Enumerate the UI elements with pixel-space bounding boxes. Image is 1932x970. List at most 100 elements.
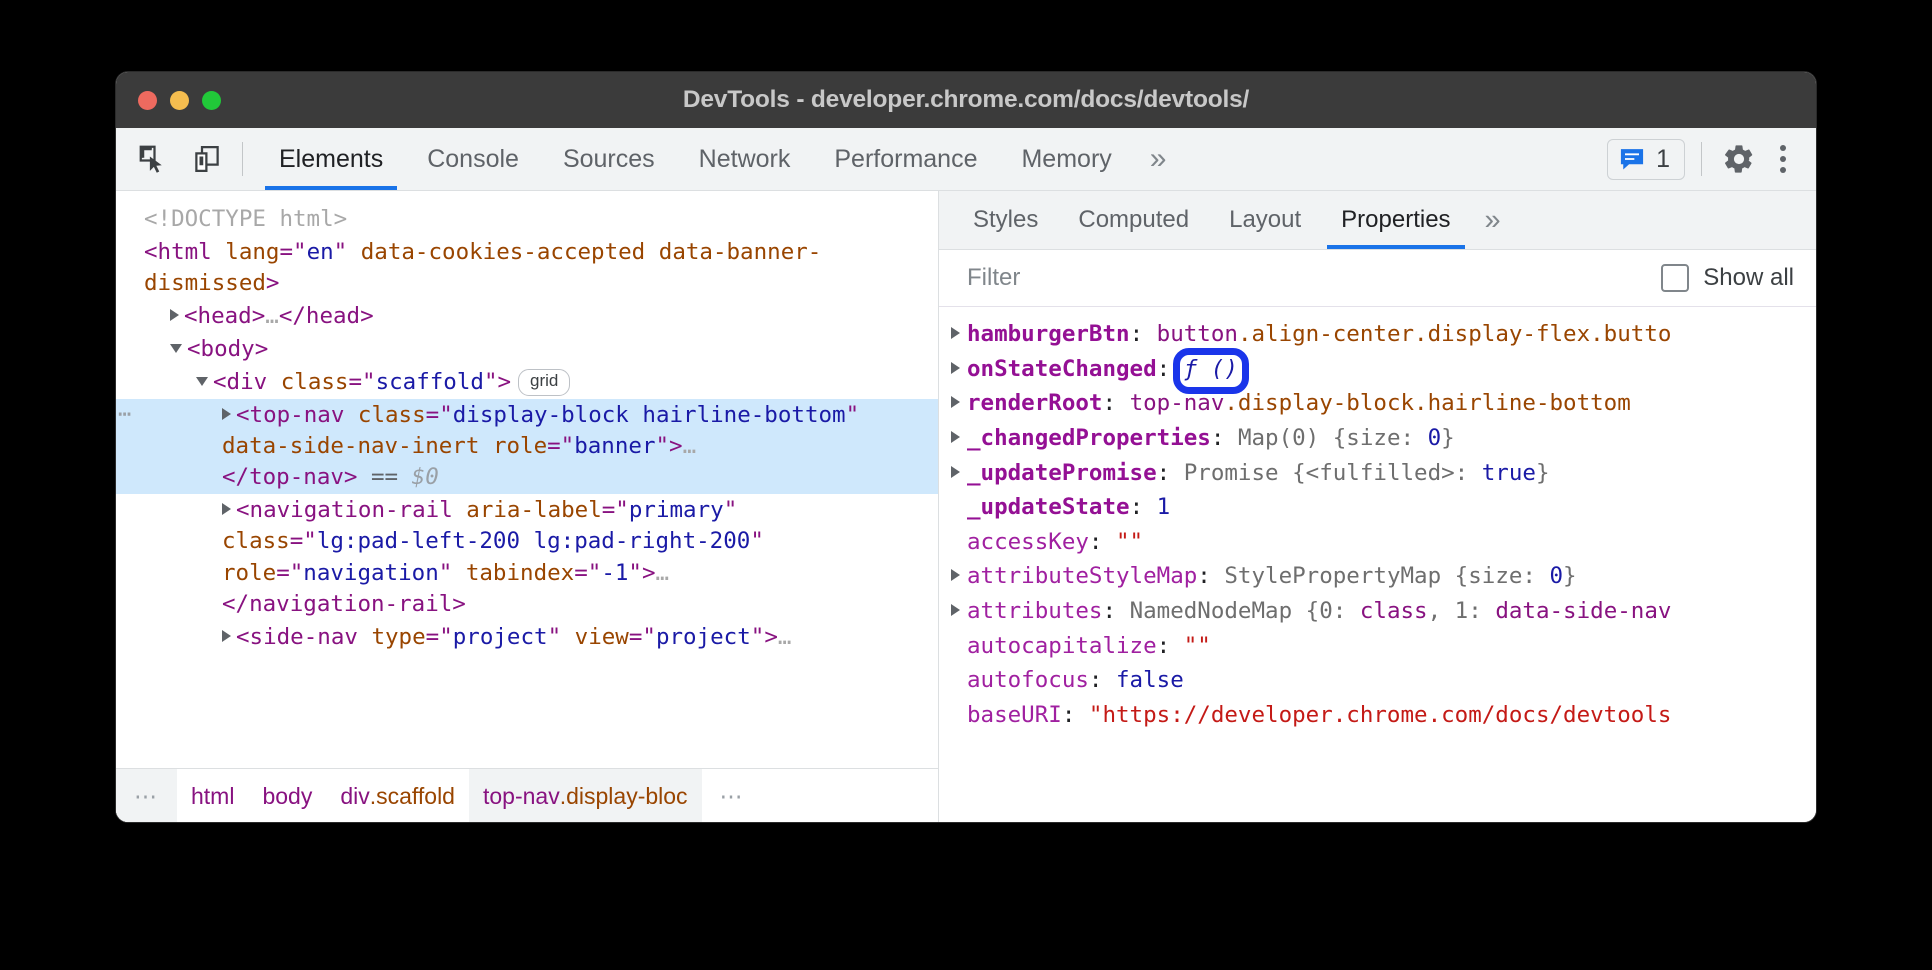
property-row[interactable]: _changedProperties: Map(0) {size: 0} xyxy=(939,421,1816,456)
property-row[interactable]: _updateState: 1 xyxy=(939,490,1816,525)
property-row[interactable]: attributeStyleMap: StylePropertyMap {siz… xyxy=(939,559,1816,594)
tab-styles[interactable]: Styles xyxy=(953,191,1058,249)
property-value-token: .align-center.display-flex.butto xyxy=(1238,321,1671,347)
inspect-element-icon[interactable] xyxy=(132,138,174,180)
property-value[interactable]: 1 xyxy=(1157,494,1171,520)
dom-tree-row[interactable]: <navigation-rail aria-label="primary" cl… xyxy=(116,494,938,620)
property-row[interactable]: autocapitalize: "" xyxy=(939,629,1816,664)
property-value[interactable]: top-nav.display-block.hairline-bottom xyxy=(1130,390,1631,416)
kebab-menu-icon[interactable] xyxy=(1766,137,1800,181)
expand-triangle-icon[interactable] xyxy=(170,309,179,321)
breadcrumb-item[interactable]: html xyxy=(177,769,248,822)
tab-memory[interactable]: Memory xyxy=(999,128,1133,190)
dom-tree-row[interactable]: <body> xyxy=(116,333,938,366)
dom-token: <div xyxy=(213,369,281,395)
expand-triangle-icon[interactable] xyxy=(222,503,231,515)
sidebar-tabs: Styles Computed Layout Properties » xyxy=(939,191,1816,250)
property-value-token: true xyxy=(1482,460,1536,486)
tab-styles-label: Styles xyxy=(973,206,1038,234)
property-row[interactable]: accessKey: "" xyxy=(939,525,1816,560)
filter-input[interactable] xyxy=(965,263,1466,293)
expand-triangle-icon[interactable] xyxy=(951,431,960,443)
gear-icon[interactable] xyxy=(1718,138,1760,180)
tab-computed[interactable]: Computed xyxy=(1058,191,1209,249)
expand-triangle-icon[interactable] xyxy=(951,604,960,616)
minimize-window-button[interactable] xyxy=(170,91,189,110)
collapse-triangle-icon[interactable] xyxy=(170,344,182,353)
property-value[interactable]: Promise {<fulfilled>: true} xyxy=(1184,460,1550,486)
breadcrumb-overflow-left[interactable]: ⋯ xyxy=(116,769,177,822)
expand-triangle-icon[interactable] xyxy=(951,396,960,408)
property-value[interactable]: "" xyxy=(1116,529,1143,555)
more-tabs-icon[interactable]: » xyxy=(1134,128,1183,190)
show-all-label: Show all xyxy=(1703,264,1794,292)
collapse-triangle-icon[interactable] xyxy=(196,377,208,386)
breadcrumb-item[interactable]: body xyxy=(248,769,326,822)
expand-triangle-icon[interactable] xyxy=(951,569,960,581)
tab-elements[interactable]: Elements xyxy=(257,128,405,190)
expand-triangle-icon[interactable] xyxy=(222,408,231,420)
dom-token: class xyxy=(222,528,290,554)
property-value-token: "" xyxy=(1184,633,1211,659)
dom-token: =" xyxy=(574,560,601,586)
expand-triangle-icon[interactable] xyxy=(951,362,960,374)
property-colon: : xyxy=(1157,356,1184,382)
dom-tree-row[interactable]: <html lang="en" data-cookies-accepted da… xyxy=(116,236,938,300)
tab-console[interactable]: Console xyxy=(405,128,541,190)
property-row[interactable]: baseURI: "https://developer.chrome.com/d… xyxy=(939,698,1816,733)
property-value[interactable]: StylePropertyMap {size: 0} xyxy=(1224,563,1576,589)
property-value[interactable]: Map(0) {size: 0} xyxy=(1238,425,1455,451)
property-value[interactable]: "https://developer.chrome.com/docs/devto… xyxy=(1089,702,1671,728)
property-value-token: 0 xyxy=(1550,563,1564,589)
dom-tree-row[interactable]: <head>…</head> xyxy=(116,300,938,333)
dom-tree[interactable]: <!DOCTYPE html><html lang="en" data-cook… xyxy=(116,191,938,768)
console-message-badge[interactable]: 1 xyxy=(1607,139,1685,180)
property-value-token: } xyxy=(1441,425,1455,451)
tab-layout[interactable]: Layout xyxy=(1209,191,1321,249)
tab-properties[interactable]: Properties xyxy=(1321,191,1470,249)
properties-list[interactable]: hamburgerBtn: button.align-center.displa… xyxy=(939,307,1816,822)
sidebar-more-tabs-icon[interactable]: » xyxy=(1471,191,1515,249)
dom-tree-row[interactable]: <!DOCTYPE html> xyxy=(116,203,938,236)
expand-triangle-icon[interactable] xyxy=(222,630,231,642)
property-value[interactable]: button.align-center.display-flex.butto xyxy=(1157,321,1672,347)
property-row[interactable]: renderRoot: top-nav.display-block.hairli… xyxy=(939,386,1816,421)
tab-performance[interactable]: Performance xyxy=(812,128,999,190)
dom-token: tabindex xyxy=(466,560,574,586)
breadcrumb-overflow-right[interactable]: ⋯ xyxy=(702,769,763,822)
property-value[interactable]: NamedNodeMap {0: class, 1: data-side-nav xyxy=(1130,598,1672,624)
property-row[interactable]: autofocus: false xyxy=(939,663,1816,698)
device-toolbar-icon[interactable] xyxy=(186,138,228,180)
grid-badge[interactable]: grid xyxy=(518,369,570,396)
close-window-button[interactable] xyxy=(138,91,157,110)
property-row[interactable]: attributes: NamedNodeMap {0: class, 1: d… xyxy=(939,594,1816,629)
maximize-window-button[interactable] xyxy=(202,91,221,110)
property-name: autofocus xyxy=(967,667,1089,693)
dom-token: =" xyxy=(602,497,629,523)
show-all-toggle[interactable]: Show all xyxy=(1661,264,1794,292)
expand-triangle-icon[interactable] xyxy=(951,327,960,339)
show-all-checkbox[interactable] xyxy=(1661,264,1689,292)
property-value[interactable]: ƒ () xyxy=(1184,356,1238,382)
dom-tree-row[interactable]: ⋯<top-nav class="display-block hairline-… xyxy=(116,399,938,494)
breadcrumb-item[interactable]: div.scaffold xyxy=(326,769,469,822)
property-value[interactable]: false xyxy=(1116,667,1184,693)
tab-network[interactable]: Network xyxy=(677,128,813,190)
dom-token: " xyxy=(439,560,466,586)
tab-sources[interactable]: Sources xyxy=(541,128,677,190)
dom-token: scaffold xyxy=(376,369,484,395)
dom-tree-row[interactable]: <div class="scaffold">grid xyxy=(116,366,938,399)
devtools-window: DevTools - developer.chrome.com/docs/dev… xyxy=(116,72,1816,822)
property-value[interactable]: "" xyxy=(1184,633,1211,659)
dom-row-ellipsis-icon[interactable]: ⋯ xyxy=(118,400,133,430)
property-row[interactable]: onStateChanged: ƒ () xyxy=(939,352,1816,387)
expand-triangle-icon[interactable] xyxy=(951,466,960,478)
dom-tree-row[interactable]: <side-nav type="project" view="project">… xyxy=(116,621,938,654)
property-colon: : xyxy=(1157,633,1184,659)
property-row[interactable]: hamburgerBtn: button.align-center.displa… xyxy=(939,317,1816,352)
breadcrumb-item[interactable]: top-nav.display-bloc xyxy=(469,769,702,822)
property-row[interactable]: _updatePromise: Promise {<fulfilled>: tr… xyxy=(939,456,1816,491)
dom-token: </navigation-rail> xyxy=(222,591,466,617)
breadcrumb-class: .display-bloc xyxy=(560,783,688,810)
property-value-token: "" xyxy=(1116,529,1143,555)
